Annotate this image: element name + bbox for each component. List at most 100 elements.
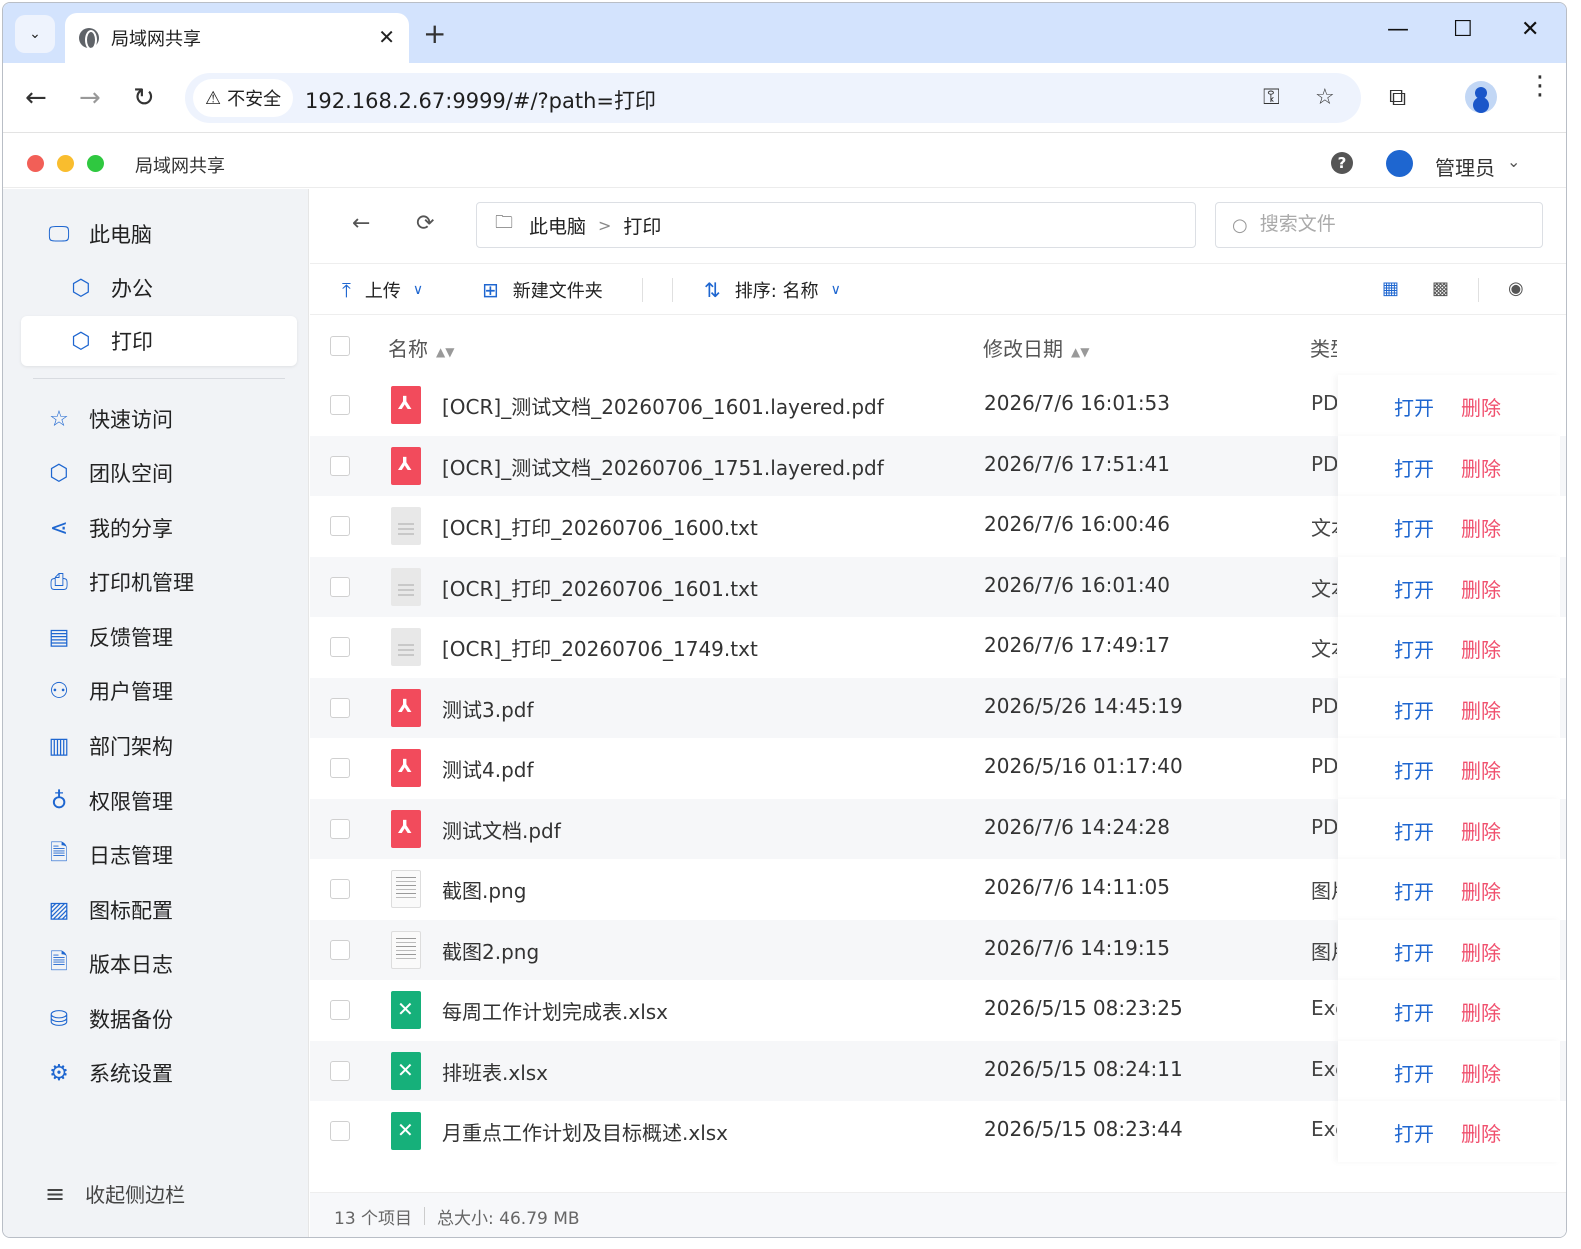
sidebar-item-changelog[interactable]: 🗎 版本日志 <box>21 939 297 989</box>
delete-button[interactable]: 删除 <box>1461 453 1501 482</box>
select-all-checkbox[interactable] <box>330 336 350 356</box>
table-row[interactable]: 测试文档.pdf2026/7/6 14:24:28PDF打开删除 <box>310 798 1566 859</box>
sidebar-item-print[interactable]: ⬡ 打印 <box>21 316 297 366</box>
table-row[interactable]: 排班表.xlsx2026/5/15 08:24:11Excel打开删除 <box>310 1040 1566 1101</box>
profile-icon[interactable] <box>1465 81 1497 113</box>
column-date[interactable]: 修改日期 ▲▼ <box>983 333 1089 362</box>
delete-button[interactable]: 删除 <box>1461 876 1501 905</box>
table-row[interactable]: [OCR]_打印_20260706_1749.txt 2026/7/6 17:49… <box>310 617 1566 678</box>
file-name[interactable]: 测试3.pdf <box>442 694 534 723</box>
sidebar-item-this-pc[interactable]: 🖵 此电脑 <box>21 209 297 259</box>
compact-grid-icon[interactable]: ▩ <box>1432 278 1449 299</box>
open-button[interactable]: 打开 <box>1394 574 1434 603</box>
row-checkbox[interactable] <box>330 1000 350 1020</box>
row-checkbox[interactable] <box>330 516 350 536</box>
table-row[interactable]: [OCR]_打印_20260706_1601.txt 2026/7/6 16:01… <box>310 556 1566 617</box>
file-name[interactable]: 每周工作计划完成表.xlsx <box>442 996 668 1025</box>
delete-button[interactable]: 删除 <box>1461 1118 1501 1147</box>
table-row[interactable]: [OCR]_测试文档_20260706_1601.layered.pdf 2026… <box>310 375 1566 436</box>
open-button[interactable]: 打开 <box>1394 392 1434 421</box>
table-row[interactable]: 截图2.png2026/7/6 14:19:15图片打开删除 <box>310 919 1566 980</box>
new-folder-button[interactable]: ⊞ 新建文件夹 <box>482 277 603 303</box>
user-name[interactable]: 管理员 <box>1435 152 1495 181</box>
open-button[interactable]: 打开 <box>1394 634 1434 663</box>
row-checkbox[interactable] <box>330 1121 350 1141</box>
delete-button[interactable]: 删除 <box>1461 816 1501 845</box>
open-button[interactable]: 打开 <box>1394 755 1434 784</box>
delete-button[interactable]: 删除 <box>1461 574 1501 603</box>
file-name[interactable]: 截图.png <box>442 875 526 904</box>
sidebar-item-icon-config[interactable]: ▨ 图标配置 <box>21 885 297 935</box>
back-icon[interactable]: ← <box>25 83 47 113</box>
table-row[interactable]: 每周工作计划完成表.xlsx2026/5/15 08:23:25Excel打开删… <box>310 980 1566 1041</box>
row-checkbox[interactable] <box>330 576 350 597</box>
maximize-icon[interactable]: ☐ <box>1453 17 1473 42</box>
row-checkbox[interactable] <box>330 697 350 718</box>
sidebar-item-departments[interactable]: ▥ 部门架构 <box>21 721 297 771</box>
menu-icon[interactable]: ⋮ <box>1527 73 1553 99</box>
sidebar-item-team-space[interactable]: ⬡ 团队空间 <box>21 448 297 498</box>
table-row[interactable]: [OCR]_测试文档_20260706_1751.layered.pdf 2026… <box>310 435 1566 496</box>
browser-tab[interactable]: 局域网共享 ✕ <box>65 13 409 63</box>
delete-button[interactable]: 删除 <box>1461 755 1501 784</box>
open-button[interactable]: 打开 <box>1394 1058 1434 1087</box>
minimize-dot[interactable] <box>57 155 74 172</box>
close-dot[interactable] <box>27 155 44 172</box>
sort-button[interactable]: ⇅ 排序: 名称 ∨ <box>704 277 841 303</box>
table-row[interactable]: 测试4.pdf2026/5/16 01:17:40PDF打开删除 <box>310 738 1566 799</box>
sidebar-item-permissions[interactable]: ♁ 权限管理 <box>21 776 297 826</box>
delete-button[interactable]: 删除 <box>1461 634 1501 663</box>
open-button[interactable]: 打开 <box>1394 1118 1434 1147</box>
grid-view-icon[interactable]: ▦ <box>1382 278 1399 299</box>
file-name[interactable]: 月重点工作计划及目标概述.xlsx <box>442 1117 728 1146</box>
sidebar-item-quick-access[interactable]: ☆ 快速访问 <box>21 394 297 444</box>
row-checkbox[interactable] <box>330 637 350 657</box>
close-icon[interactable]: ✕ <box>378 25 395 49</box>
open-button[interactable]: 打开 <box>1394 513 1434 542</box>
window-close-icon[interactable]: ✕ <box>1521 17 1539 42</box>
reload-icon[interactable]: ↻ <box>133 83 155 113</box>
minimize-icon[interactable]: — <box>1387 17 1409 42</box>
delete-button[interactable]: 删除 <box>1461 695 1501 724</box>
refresh-icon[interactable]: ⟳ <box>416 211 434 236</box>
sidebar-item-feedback[interactable]: ▤ 反馈管理 <box>21 612 297 662</box>
open-button[interactable]: 打开 <box>1394 816 1434 845</box>
breadcrumb-current[interactable]: 打印 <box>623 212 661 239</box>
file-name[interactable]: 排班表.xlsx <box>442 1057 548 1086</box>
help-icon[interactable]: ? <box>1331 152 1353 174</box>
upload-button[interactable]: ⤒ 上传 ∨ <box>342 277 423 303</box>
delete-button[interactable]: 删除 <box>1461 513 1501 542</box>
delete-button[interactable]: 删除 <box>1461 937 1501 966</box>
sidebar-item-office[interactable]: ⬡ 办公 <box>21 263 297 313</box>
file-name[interactable]: [OCR]_打印_20260706_1601.txt <box>442 573 758 602</box>
new-tab-icon[interactable]: + <box>423 17 446 50</box>
open-button[interactable]: 打开 <box>1394 876 1434 905</box>
table-row[interactable]: [OCR]_打印_20260706_1600.txt 2026/7/6 16:00… <box>310 496 1566 557</box>
file-name[interactable]: [OCR]_测试文档_20260706_1751.layered.pdf <box>442 452 884 481</box>
delete-button[interactable]: 删除 <box>1461 1058 1501 1087</box>
key-icon[interactable]: ⚿ <box>1263 85 1280 110</box>
row-checkbox[interactable] <box>330 818 350 839</box>
open-button[interactable]: 打开 <box>1394 453 1434 482</box>
sidebar-item-users[interactable]: ⚇ 用户管理 <box>21 666 297 716</box>
security-indicator[interactable]: ⚠ 不安全 <box>193 79 294 117</box>
search-input[interactable] <box>1259 214 1520 236</box>
delete-button[interactable]: 删除 <box>1461 392 1501 421</box>
avatar[interactable] <box>1386 150 1413 177</box>
row-checkbox[interactable] <box>330 939 350 960</box>
file-name[interactable]: 截图2.png <box>442 936 539 965</box>
column-type[interactable]: 类型 <box>1310 333 1337 362</box>
star-icon[interactable]: ☆ <box>1315 85 1335 110</box>
row-checkbox[interactable] <box>330 879 350 899</box>
delete-button[interactable]: 删除 <box>1461 997 1501 1026</box>
file-name[interactable]: [OCR]_打印_20260706_1749.txt <box>442 633 758 662</box>
table-row[interactable]: 月重点工作计划及目标概述.xlsx 2026/5/15 08:23:44 Excel… <box>310 1101 1566 1162</box>
table-row[interactable]: 截图.png2026/7/6 14:11:05图片打开删除 <box>310 859 1566 920</box>
table-row[interactable]: 测试3.pdf2026/5/26 14:45:19PDF打开删除 <box>310 677 1566 738</box>
search-box[interactable]: ○ <box>1215 202 1543 248</box>
file-name[interactable]: [OCR]_打印_20260706_1600.txt <box>442 512 758 541</box>
open-button[interactable]: 打开 <box>1394 695 1434 724</box>
address-bar[interactable]: ⚠ 不安全 192.168.2.67:9999/#/?path=打印 ⚿ ☆ <box>185 73 1361 123</box>
file-name[interactable]: 测试4.pdf <box>442 754 534 783</box>
sidebar-item-backup[interactable]: ⛁ 数据备份 <box>21 994 297 1044</box>
